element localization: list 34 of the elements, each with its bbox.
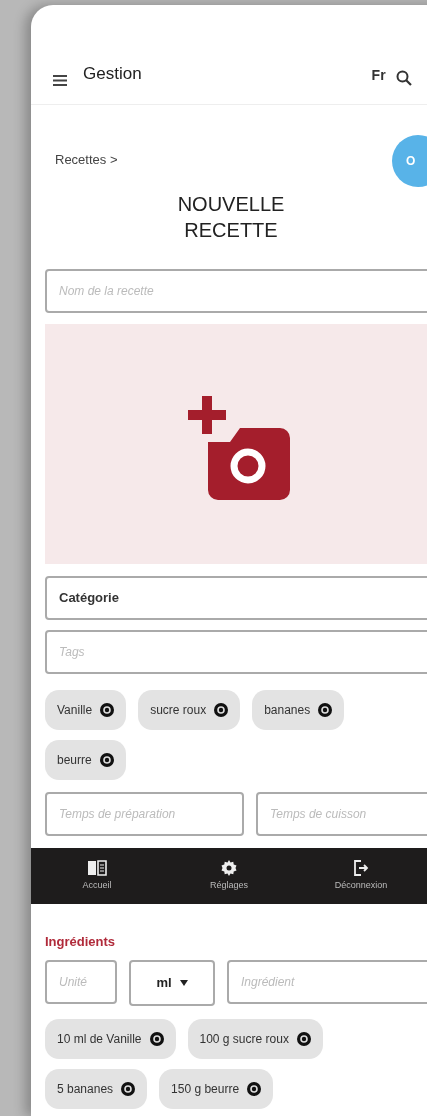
- tag-chip[interactable]: sucre roux: [138, 690, 241, 730]
- nav-tab[interactable]: Accueil: [31, 859, 163, 893]
- chip-label: 10 ml de Vanille: [57, 1030, 142, 1048]
- quantity-field[interactable]: Unité: [45, 959, 117, 1004]
- cook-time-field[interactable]: Temps de cuisson: [256, 792, 427, 836]
- tag-chip[interactable]: 100 g sucre roux: [187, 1018, 323, 1059]
- chip-label: 150 g beurre: [171, 1080, 240, 1098]
- ingredient-field[interactable]: Ingrédient: [227, 959, 427, 1004]
- breadcrumb-link[interactable]: Recettes >: [55, 150, 118, 170]
- chip-label: Vanille: [57, 702, 93, 719]
- tag-chip[interactable]: 10 ml de Vanille: [45, 1018, 176, 1059]
- tags-field[interactable]: Tags: [45, 630, 427, 674]
- select-value: Catégorie: [59, 589, 119, 608]
- tag-chip[interactable]: bananes: [252, 690, 345, 730]
- tag-chip[interactable]: 5 bananes: [45, 1068, 148, 1109]
- prep-time-field[interactable]: Temps de préparation: [45, 792, 244, 836]
- chip-label: sucre roux: [150, 702, 207, 719]
- recipe-name-field[interactable]: Nom de la recette: [45, 269, 427, 313]
- tag-chip[interactable]: beurre: [45, 740, 126, 780]
- page-title: NOUVELLE RECETTE: [176, 192, 286, 243]
- chip-label: 5 bananes: [57, 1080, 114, 1098]
- language-selector[interactable]: Fr: [371, 65, 386, 86]
- chip-label: beurre: [57, 752, 92, 769]
- section-heading: Ingrédients: [45, 933, 117, 951]
- category-select[interactable]: Catégorie: [45, 576, 427, 620]
- select-value: ml: [156, 973, 172, 992]
- chip-label: bananes: [264, 702, 311, 719]
- tag-chip[interactable]: Vanille: [45, 690, 127, 730]
- unit-select[interactable]: ml: [129, 959, 215, 1006]
- nav-tab[interactable]: Déconnexion: [295, 859, 427, 893]
- nav-tab[interactable]: Réglages: [163, 859, 295, 893]
- chip-label: 100 g sucre roux: [199, 1030, 289, 1048]
- app-title: Gestion: [83, 62, 142, 85]
- tag-chip[interactable]: 150 g beurre: [159, 1068, 274, 1109]
